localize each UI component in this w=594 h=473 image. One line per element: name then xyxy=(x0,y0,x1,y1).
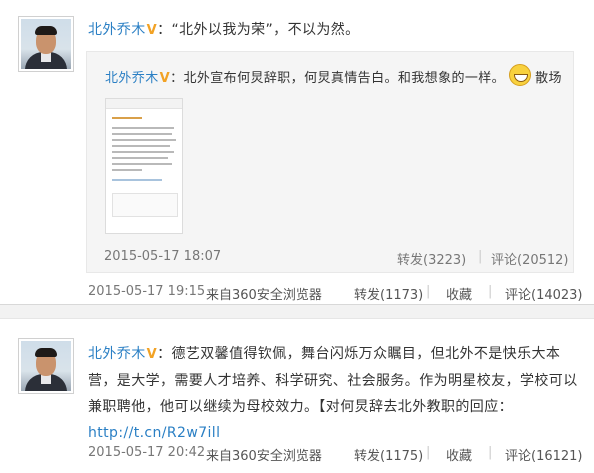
post-timestamp[interactable]: 2015-05-17 20:42 xyxy=(88,445,205,460)
post-body: ：德艺双馨值得钦佩，舞台闪烁万众瞩目，但北外不是快乐大本营，是大学，需要人才培养… xyxy=(88,346,578,415)
repost-timestamp[interactable]: 2015-05-17 18:07 xyxy=(104,249,221,264)
screenshot-thumbnail[interactable] xyxy=(105,98,183,234)
username-link[interactable]: 北外乔木 xyxy=(88,346,146,362)
avatar[interactable] xyxy=(18,16,74,72)
divider: | xyxy=(426,445,431,460)
repost-text: 北外乔木V：北外宣布何炅辞职，何炅真情告白。和我想象的一样。 散场 xyxy=(105,64,565,92)
verified-icon: V xyxy=(159,71,171,86)
repost-username-link[interactable]: 北外乔木 xyxy=(105,71,159,86)
weibo-post-1: 北外乔木V：“北外以我为荣”，不以为然。 北外乔木V：北外宣布何炅辞职，何炅真情… xyxy=(0,0,594,305)
avatar-photo xyxy=(21,19,71,69)
verified-icon: V xyxy=(146,347,158,362)
divider: | xyxy=(488,284,493,299)
username-link[interactable]: 北外乔木 xyxy=(88,22,146,38)
post-source[interactable]: 来自360安全浏览器 xyxy=(206,445,322,464)
repost-box: 北外乔木V：北外宣布何炅辞职，何炅真情告白。和我想象的一样。 散场 2015-05… xyxy=(86,51,574,273)
forward-link[interactable]: 转发(1175) xyxy=(354,445,423,464)
divider: | xyxy=(478,249,483,264)
repost-forward-link[interactable]: 转发(3223) xyxy=(397,249,466,268)
smile-emoji-icon xyxy=(509,64,532,86)
divider: | xyxy=(488,445,493,460)
post-separator xyxy=(0,305,594,319)
forward-link[interactable]: 转发(1173) xyxy=(354,284,423,303)
post-source[interactable]: 来自360安全浏览器 xyxy=(206,284,322,303)
repost-body: ：北外宣布何炅辞职，何炅真情告白。和我想象的一样。 xyxy=(170,71,506,86)
post-timestamp[interactable]: 2015-05-17 19:15 xyxy=(88,284,205,299)
short-link[interactable]: http://t.cn/R2w7ill xyxy=(88,425,220,441)
post-body: ：“北外以我为荣”，不以为然。 xyxy=(157,22,360,38)
favorite-link[interactable]: 收藏 xyxy=(446,445,472,464)
post-text: 北外乔木V：德艺双馨值得钦佩，舞台闪烁万众瞩目，但北外不是快乐大本营，是大学，需… xyxy=(88,341,580,446)
repost-body-end: 散场 xyxy=(535,71,562,86)
post-text: 北外乔木V：“北外以我为荣”，不以为然。 xyxy=(88,17,578,44)
avatar[interactable] xyxy=(18,338,74,394)
comment-link[interactable]: 评论(16121) xyxy=(505,445,583,464)
repost-comment-link[interactable]: 评论(20512) xyxy=(491,249,569,268)
comment-link[interactable]: 评论(14023) xyxy=(505,284,583,303)
verified-icon: V xyxy=(146,23,158,38)
favorite-link[interactable]: 收藏 xyxy=(446,284,472,303)
avatar-photo xyxy=(21,341,71,391)
divider: | xyxy=(426,284,431,299)
weibo-post-2: 北外乔木V：德艺双馨值得钦佩，舞台闪烁万众瞩目，但北外不是快乐大本营，是大学，需… xyxy=(0,318,594,473)
